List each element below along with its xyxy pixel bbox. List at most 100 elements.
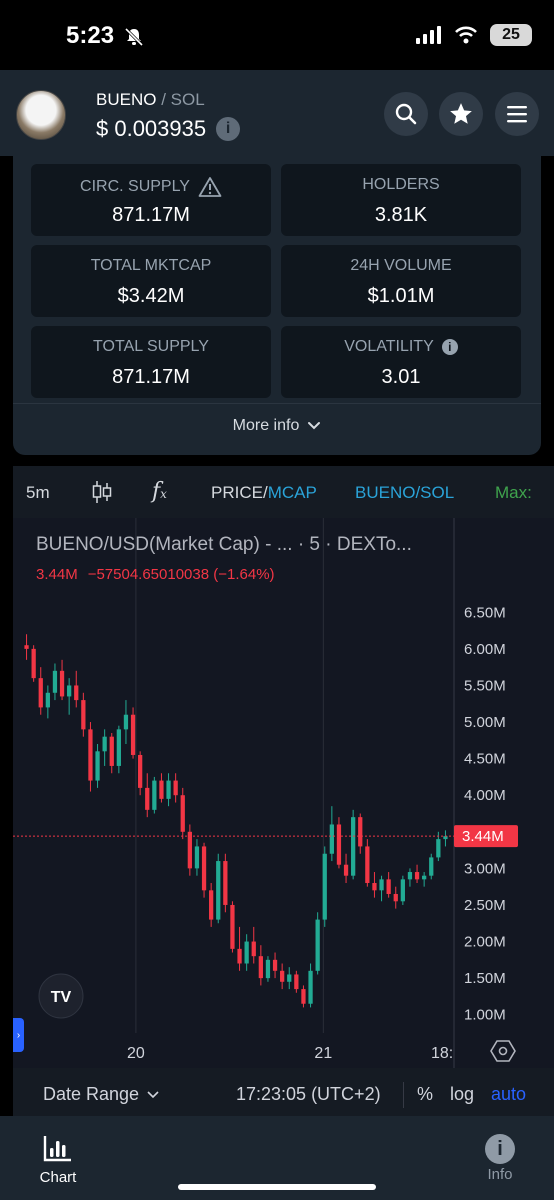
candle-body xyxy=(237,948,242,964)
stat-total-mktcap: TOTAL MKTCAP $3.42M xyxy=(31,245,271,317)
price-info-icon[interactable]: i xyxy=(216,117,241,141)
candle-body xyxy=(145,787,150,810)
time-axis: 20 21 18: xyxy=(127,1045,453,1062)
candle-body xyxy=(67,685,72,697)
chevron-down-icon xyxy=(308,422,321,430)
token-price: $ 0.003935 xyxy=(96,116,207,141)
price-mcap-toggle[interactable]: PRICE/MCAP xyxy=(211,483,317,503)
candle-body xyxy=(436,839,441,858)
stat-label: CIRC. SUPPLY xyxy=(31,176,271,198)
candle-body xyxy=(230,904,235,949)
stat-label-text: CIRC. SUPPLY xyxy=(80,178,190,195)
candles-icon[interactable] xyxy=(91,480,113,504)
more-info-button[interactable]: More info xyxy=(13,417,541,435)
candle-body xyxy=(322,853,327,920)
stat-label: TOTAL SUPPLY xyxy=(93,338,209,355)
y-tick-label: 6.50M xyxy=(464,604,506,621)
more-info-label: More info xyxy=(232,417,300,434)
candle-body xyxy=(24,645,29,649)
cellular-signal-icon xyxy=(416,26,441,44)
tab-chart[interactable]: Chart xyxy=(28,1134,88,1186)
candle-body xyxy=(429,857,434,876)
tradingview-logo-text: TV xyxy=(51,989,72,1006)
chart-canvas[interactable]: 6.50M6.00M5.50M5.00M4.50M4.00M3.50M3.00M… xyxy=(13,518,554,1068)
tab-chart-label: Chart xyxy=(39,1169,77,1186)
home-indicator xyxy=(178,1184,376,1190)
y-tick-label: 4.50M xyxy=(464,751,506,768)
tab-info[interactable]: i Info xyxy=(470,1134,530,1183)
stat-volatility: VOLATILITY i 3.01 xyxy=(281,326,521,398)
last-price-tag: 3.44M xyxy=(462,828,504,845)
candle-body xyxy=(351,817,356,876)
indicators-icon[interactable]: fx xyxy=(152,479,167,504)
indicators-sub: x xyxy=(160,487,167,501)
stat-value: 871.17M xyxy=(112,366,190,388)
candle-body xyxy=(88,729,93,781)
info-icon[interactable]: i xyxy=(441,339,458,355)
tradingview-logo[interactable]: TV xyxy=(38,973,84,1019)
log-scale-toggle[interactable]: log xyxy=(450,1084,474,1105)
candle-body xyxy=(201,846,207,891)
vertical-grid xyxy=(135,518,324,1033)
chart-settings-icon[interactable] xyxy=(490,1040,516,1062)
candle-body xyxy=(258,956,263,979)
stat-label: TOTAL MKTCAP xyxy=(90,257,212,274)
y-tick-label: 1.50M xyxy=(464,970,506,987)
percent-scale-toggle[interactable]: % xyxy=(417,1084,433,1105)
bell-slash-icon xyxy=(124,27,144,47)
price-chart[interactable]: 6.50M6.00M5.50M5.00M4.50M4.00M3.50M3.00M… xyxy=(13,518,554,1068)
candle-body xyxy=(422,875,427,880)
candle-body xyxy=(372,883,377,891)
candle-body xyxy=(400,879,405,902)
auto-scale-toggle[interactable]: auto xyxy=(491,1084,526,1105)
candle-body xyxy=(265,959,271,979)
x-tick-label: 20 xyxy=(127,1045,145,1062)
legend-value: 3.44M xyxy=(36,566,78,583)
token-stats-panel: CIRC. SUPPLY 871.17M HOLDERS 3.81K TOTAL… xyxy=(13,153,541,455)
interval-selector[interactable]: 5m xyxy=(26,483,50,503)
warning-icon[interactable] xyxy=(198,176,222,198)
y-tick-label: 6.00M xyxy=(464,641,506,658)
candle-body xyxy=(166,780,171,799)
drawing-panel-toggle[interactable]: › xyxy=(13,1018,24,1052)
y-tick-label: 5.50M xyxy=(464,677,506,694)
candle-body xyxy=(31,648,36,679)
candle-body xyxy=(187,831,192,869)
stat-label-text: VOLATILITY xyxy=(344,338,434,355)
x-tick-label: 18: xyxy=(431,1045,453,1062)
token-price-row: $ 0.003935 i xyxy=(96,116,241,142)
candle-body xyxy=(130,714,136,755)
date-range-label: Date Range xyxy=(43,1084,140,1104)
stat-label: 24H VOLUME xyxy=(350,257,452,274)
timezone-clock[interactable]: 17:23:05 (UTC+2) xyxy=(236,1084,381,1105)
y-tick-label: 5.00M xyxy=(464,714,506,731)
candle-body xyxy=(173,780,178,796)
toggle-price[interactable]: PRICE xyxy=(211,483,263,502)
tab-info-label: Info xyxy=(487,1166,513,1183)
candle-body xyxy=(216,861,221,920)
favorite-button[interactable] xyxy=(439,92,483,136)
candle-body xyxy=(102,736,107,752)
menu-button[interactable] xyxy=(495,92,539,136)
candle-body xyxy=(109,736,114,766)
bar-chart-icon xyxy=(43,1136,71,1162)
wifi-icon xyxy=(455,26,477,44)
candle-body xyxy=(308,970,313,1004)
stat-value: $1.01M xyxy=(367,285,435,307)
candle-body xyxy=(95,751,100,781)
candle-body xyxy=(358,817,363,847)
search-button[interactable] xyxy=(384,92,428,136)
toggle-mcap[interactable]: MCAP xyxy=(268,483,317,502)
candle-body xyxy=(223,861,228,905)
date-range-dropdown[interactable]: Date Range xyxy=(43,1084,159,1105)
chevron-right-icon: › xyxy=(16,1029,21,1041)
legend-change: −57504.65010038 (−1.64%) xyxy=(88,566,275,583)
candle-body xyxy=(294,974,299,990)
indicators-glyph: f xyxy=(152,479,161,504)
candle-body xyxy=(414,872,420,880)
pair-toggle[interactable]: BUENO/SOL xyxy=(355,483,454,503)
max-button[interactable]: Max: xyxy=(495,483,532,503)
candle-body xyxy=(81,700,86,730)
stat-holders: HOLDERS 3.81K xyxy=(281,164,521,236)
candle-body xyxy=(301,989,306,1004)
